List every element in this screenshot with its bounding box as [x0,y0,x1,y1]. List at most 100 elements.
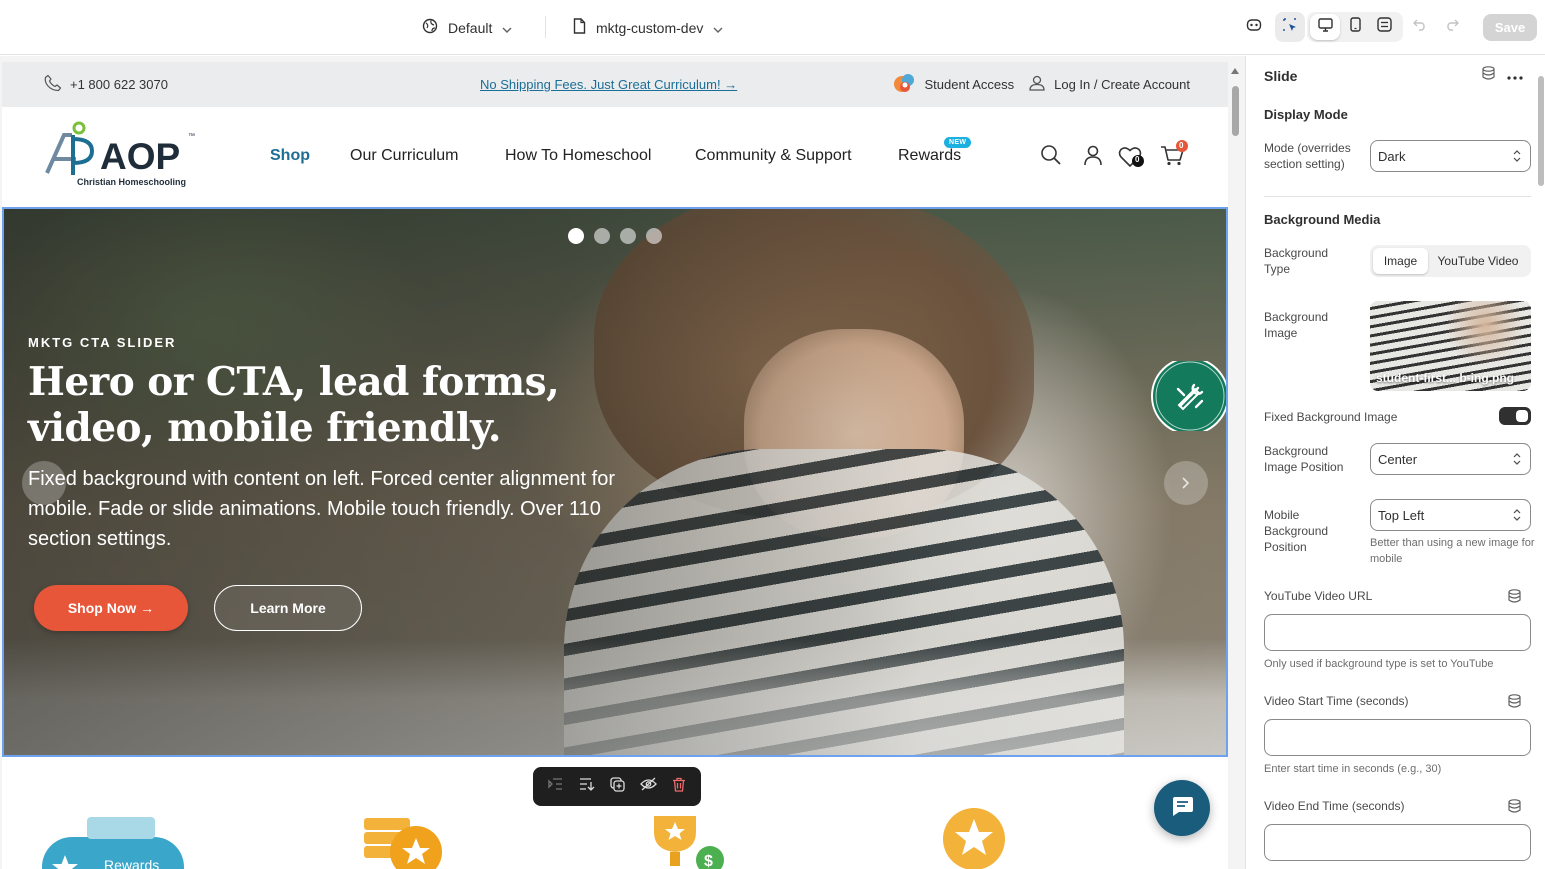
slide-dot[interactable] [620,228,636,244]
chevron-down-icon [713,20,723,36]
hide-icon[interactable] [639,777,657,796]
template-label: mktg-custom-dev [596,19,704,36]
mobile-position-value: Top Left [1378,507,1425,523]
panel-header-actions [1482,66,1523,85]
select-chevron-icon [1513,149,1521,163]
promo-link[interactable]: No Shipping Fees. Just Great Curriculum!… [480,62,737,107]
select-chevron-icon [1513,508,1521,522]
editor-topbar: Default mktg-custom-dev Save [0,0,1545,55]
theme-selector[interactable]: Default [422,0,512,55]
background-position-value: Center [1378,451,1418,467]
chevron-right-icon [1182,473,1190,494]
indent-icon[interactable] [548,777,564,796]
dynamic-source-icon[interactable] [1508,799,1521,818]
page-icon [573,18,586,37]
redo-button[interactable] [1437,12,1467,42]
aop-logo[interactable]: AOP ™ Christian Homeschooling [42,121,202,191]
sidekick-icon [1246,17,1262,38]
star-icon [50,853,80,869]
nav-item-shop[interactable]: Shop [270,147,310,165]
move-down-icon[interactable] [579,777,595,796]
nav-item-community-support[interactable]: Community & Support [695,147,852,165]
scrollbar-thumb[interactable] [1538,76,1544,186]
logo-tagline: Christian Homeschooling [77,177,187,187]
nav-item-rewards[interactable]: Rewards [898,147,961,165]
globe-icon [422,18,438,37]
login-link[interactable]: Log In / Create Account [1028,74,1190,95]
phone-icon [44,74,62,95]
sidekick-button[interactable] [1239,12,1269,42]
slide-dot[interactable] [594,228,610,244]
next-slide-button[interactable] [1164,461,1208,505]
section-floating-toolbar [533,767,701,806]
shop-now-button[interactable]: Shop Now → [34,585,188,631]
background-type-image-option[interactable]: Image [1373,248,1428,274]
cursor-select-icon [1282,17,1298,38]
fixed-background-toggle[interactable] [1499,407,1531,425]
scrollbar-thumb[interactable] [1232,86,1239,136]
theme-label: Default [448,19,493,36]
tools-badge[interactable] [1150,357,1226,435]
mobile-position-hint: Better than using a new image for mobile [1370,537,1535,565]
background-position-select[interactable]: Center [1370,443,1531,475]
search-icon[interactable] [1040,144,1062,171]
mobile-position-select[interactable]: Top Left [1370,499,1531,531]
panel-scrollbar[interactable] [1537,56,1545,869]
fullscreen-view-button[interactable] [1369,12,1399,42]
wishlist-count: 0 [1135,155,1140,164]
mobile-view-button[interactable] [1340,12,1370,42]
mode-select[interactable]: Dark [1370,140,1531,172]
learn-more-button[interactable]: Learn More [214,585,362,631]
svg-text:AOP: AOP [100,136,180,177]
wishlist-icon[interactable]: 0 [1117,144,1147,175]
cart-icon[interactable]: 0 [1159,139,1189,172]
desktop-view-button[interactable] [1310,14,1340,40]
save-button[interactable]: Save [1483,14,1537,41]
rewards-card[interactable]: Rewards [42,837,184,869]
panel-title: Slide [1264,68,1298,84]
hero-description: Fixed background with content on left. F… [28,468,615,550]
background-image-picker[interactable]: student-first... b-ing.png [1370,301,1531,391]
dynamic-source-icon[interactable] [1508,589,1521,608]
new-badge: NEW [944,137,972,148]
hero-slider[interactable]: MKTG CTA SLIDER Hero or CTA, lead forms,… [2,207,1228,757]
delete-icon[interactable] [672,777,686,797]
background-type-label: Background Type [1264,246,1329,276]
student-access-link[interactable]: Student Access [893,72,1015,97]
student-access-label: Student Access [924,77,1015,92]
coins-icon [362,812,448,869]
database-icon[interactable] [1482,66,1495,85]
logo-tm: ™ [188,133,195,140]
cart-count: 0 [1179,141,1184,150]
expand-icon [1376,17,1392,37]
template-selector[interactable]: mktg-custom-dev [573,0,723,55]
mobile-position-label: Mobile Background Position [1264,508,1329,554]
settings-panel: Slide Display Mode Mode (overrides secti… [1245,56,1545,869]
display-mode-heading: Display Mode [1264,107,1348,122]
background-media-heading: Background Media [1264,212,1381,227]
video-start-input[interactable] [1264,719,1531,756]
mobile-icon [1349,17,1361,37]
slide-dot[interactable] [646,228,662,244]
slide-dot[interactable] [568,228,584,244]
undo-icon [1413,18,1427,36]
nav-item-how-to-homeschool[interactable]: How To Homeschool [505,147,651,165]
background-image-filename: student-first... b-ing.png [1376,371,1514,385]
video-start-label: Video Start Time (seconds) [1264,694,1409,708]
preview-scrollbar[interactable] [1230,62,1241,869]
login-label: Log In / Create Account [1054,77,1190,92]
background-type-youtube-option[interactable]: YouTube Video [1428,248,1528,274]
phone-link[interactable]: +1 800 622 3070 [44,62,168,107]
account-icon[interactable] [1083,144,1103,171]
youtube-url-input[interactable] [1264,614,1531,651]
nav-item-curriculum[interactable]: Our Curriculum [350,147,458,165]
undo-button[interactable] [1405,12,1435,42]
duplicate-icon[interactable] [610,776,625,797]
chat-button[interactable] [1154,780,1210,836]
scroll-up-arrow [1231,68,1239,74]
dynamic-source-icon[interactable] [1508,694,1521,713]
hero-eyebrow: MKTG CTA SLIDER [28,335,177,350]
inspector-toggle-button[interactable] [1275,12,1305,42]
more-options-icon[interactable] [1507,67,1523,85]
video-end-input[interactable] [1264,824,1531,861]
